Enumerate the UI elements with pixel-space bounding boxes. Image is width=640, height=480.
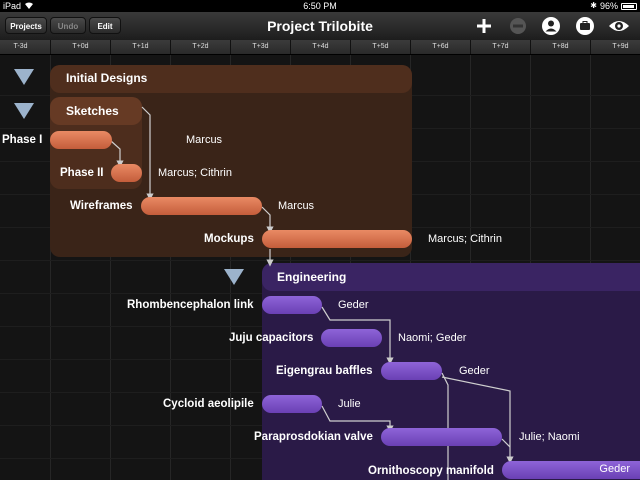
timeline-tick: T+8d [530, 40, 590, 54]
task-label-juju-capacitors: Juju capacitors [229, 332, 314, 344]
gantt-chart: Initial Designs Sketches Engineering Pha… [0, 55, 640, 480]
task-bar-ornithoscopy-manifold[interactable]: Geder [502, 461, 640, 479]
task-bar-rhombencephalon-link[interactable] [262, 296, 322, 314]
timeline-tick: T-3d [0, 40, 50, 54]
eye-icon[interactable] [608, 16, 629, 36]
status-bar: iPad 6:50 PM ✱ 96% [0, 0, 640, 12]
task-label-rhombencephalon-link: Rhombencephalon link [127, 299, 254, 311]
task-label-eigengrau-baffles: Eigengrau baffles [276, 365, 373, 377]
remove-icon[interactable] [508, 16, 528, 36]
task-label-wireframes: Wireframes [70, 200, 133, 212]
person-icon[interactable] [541, 16, 561, 36]
task-resources-phase-2: Marcus; Cithrin [158, 167, 232, 179]
task-resources-eigengrau-baffles: Geder [459, 365, 490, 377]
task-label-ornithoscopy-manifold: Ornithoscopy manifold [368, 465, 494, 477]
task-resources-ornithoscopy-manifold: Geder [599, 463, 630, 475]
task-label-paraprosdokian-valve: Paraprosdokian valve [254, 431, 373, 443]
timeline-tick: T+1d [110, 40, 170, 54]
toolbar: Projects Undo Edit Project Trilobite [0, 12, 640, 41]
briefcase-icon[interactable] [575, 16, 595, 36]
task-bar-wireframes[interactable] [141, 197, 262, 215]
task-label-phase-1: Phase I [2, 134, 43, 146]
clock: 6:50 PM [303, 1, 337, 11]
task-bar-cycloid-aeolipile[interactable] [262, 395, 322, 413]
task-resources-paraprosdokian-valve: Julie; Naomi [519, 431, 580, 443]
task-bar-phase-2[interactable] [111, 164, 142, 182]
task-bar-paraprosdokian-valve[interactable] [381, 428, 502, 446]
task-resources-juju-capacitors: Naomi; Geder [398, 332, 467, 344]
task-label-cycloid-aeolipile: Cycloid aeolipile [163, 398, 254, 410]
task-resources-cycloid-aeolipile: Julie [338, 398, 361, 410]
task-bar-mockups[interactable] [262, 230, 412, 248]
timeline-tick: T+7d [470, 40, 530, 54]
add-icon[interactable] [474, 16, 494, 36]
timeline-tick: T+6d [410, 40, 470, 54]
timeline-tick: T+2d [170, 40, 230, 54]
task-label-phase-2: Phase II [60, 167, 104, 179]
task-resources-rhombencephalon-link: Geder [338, 299, 369, 311]
timeline-header: T-3d T+0d T+1d T+2d T+3d T+4d T+5d T+6d T+7d T+8d… [0, 40, 640, 55]
timeline-tick: T+9d [590, 40, 640, 54]
bluetooth-icon: ✱ [590, 1, 597, 10]
task-resources-wireframes: Marcus [278, 200, 315, 212]
battery-icon [621, 2, 637, 10]
timeline-tick: T+3d [230, 40, 290, 54]
dependency-arrows [110, 106, 514, 480]
timeline-tick: T+4d [290, 40, 350, 54]
battery-percent: 96% [599, 1, 618, 11]
task-bar-eigengrau-baffles[interactable] [381, 362, 442, 380]
task-bar-juju-capacitors[interactable] [321, 329, 382, 347]
timeline-tick: T+5d [350, 40, 410, 54]
task-label-mockups: Mockups [204, 233, 254, 245]
task-resources-phase-1: Marcus [186, 134, 223, 146]
task-resources-mockups: Marcus; Cithrin [428, 233, 502, 245]
timeline-tick: T+0d [50, 40, 110, 54]
task-bar-phase-1[interactable] [50, 131, 112, 149]
